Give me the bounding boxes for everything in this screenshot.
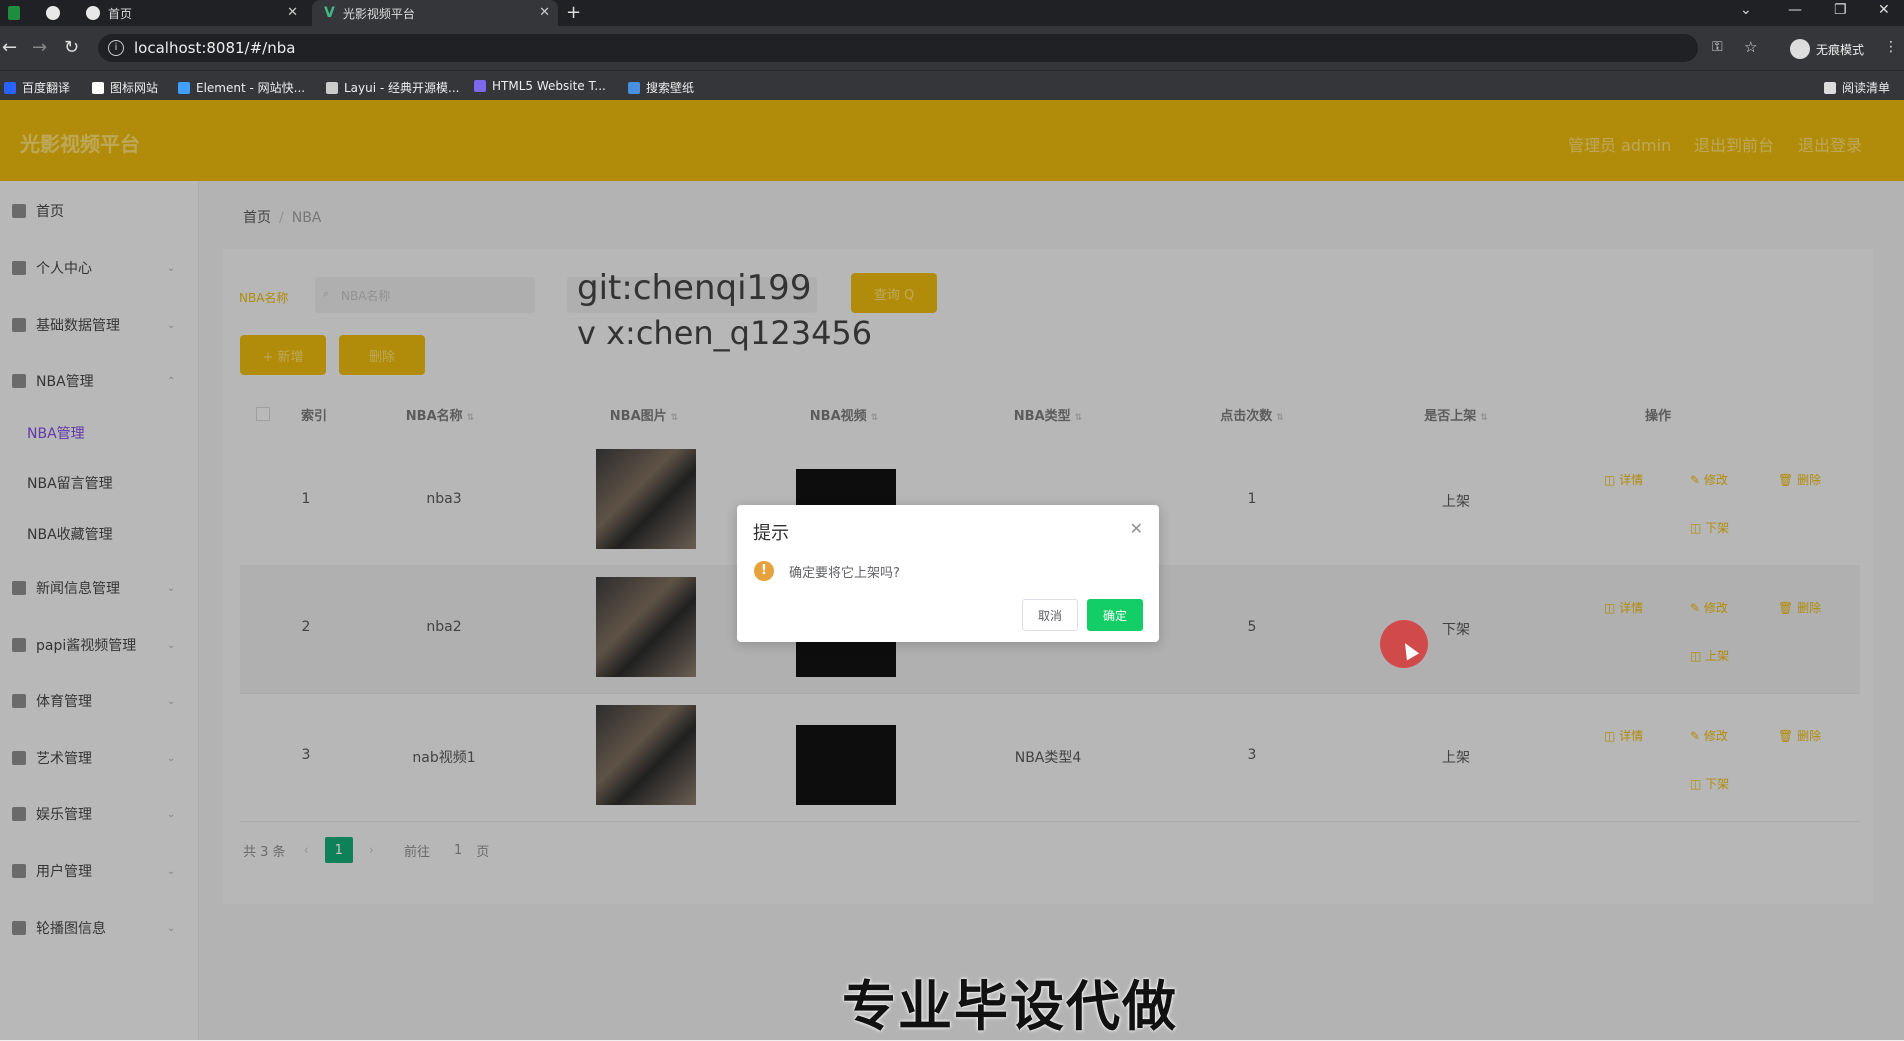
incognito-label: 无痕模式 (1815, 42, 1864, 57)
warning-icon: ! (754, 561, 774, 581)
dialog-message: 确定要将它上架吗? (789, 566, 900, 581)
browser-tabbar: 首页 ✕ V 光影视频平台 ✕ + ⌄ — ❐ ✕ (0, 0, 1904, 26)
menu-icon[interactable]: ⋮ (1884, 39, 1898, 55)
tab-title: 光影视频平台 (342, 6, 415, 21)
address-bar: ← → ↻ i localhost:8081/#/nba ⚿ ☆ 无痕模式 ⋮ (0, 26, 1904, 70)
url-text: localhost:8081/#/nba (134, 39, 296, 57)
close-icon[interactable]: ✕ (1130, 519, 1143, 538)
bookmarks-bar: 百度翻译 图标网站 Element - 网站快... Layui - 经典开源模… (0, 70, 1904, 101)
bookmark-item[interactable]: Layui - 经典开源模... (326, 79, 459, 96)
close-icon[interactable]: ✕ (287, 5, 298, 20)
bookmark-item[interactable]: 百度翻译 (4, 79, 70, 96)
forward-icon[interactable]: → (32, 37, 47, 58)
confirm-dialog: 提示 ✕ ! 确定要将它上架吗? 取消 确定 (737, 505, 1159, 642)
close-window-button[interactable]: ✕ (1878, 2, 1890, 18)
incognito-icon (1789, 39, 1810, 59)
layui-icon (326, 81, 338, 94)
bookmark-label: 图标网站 (110, 81, 159, 95)
confirm-button[interactable]: 确定 (1087, 599, 1143, 631)
globe-icon (86, 6, 100, 20)
bookmark-label: Layui - 经典开源模... (344, 81, 460, 95)
tab-home[interactable]: 首页 ✕ (74, 0, 306, 26)
reload-icon[interactable]: ↻ (64, 37, 79, 58)
new-tab-button[interactable]: + (566, 2, 581, 23)
bookmark-item[interactable]: HTML5 Website T... (474, 79, 606, 93)
tab-platform[interactable]: V 光影视频平台 ✕ (312, 0, 558, 26)
bookmark-item[interactable]: Element - 网站快... (178, 79, 305, 96)
bookmark-label: Element - 网站快... (196, 81, 306, 95)
bookmark-label: 百度翻译 (22, 81, 71, 95)
video-subtitle: 专业毕设代做 (842, 975, 1178, 1038)
restore-button[interactable]: ❐ (1834, 2, 1847, 18)
minimize-button[interactable]: — (1788, 2, 1802, 18)
star-icon[interactable]: ☆ (1744, 38, 1757, 56)
globe-icon[interactable] (46, 6, 60, 20)
watermark-line2: v x:chen_q123456 (577, 314, 873, 352)
watermark-line1: git:chenqi199 (577, 268, 812, 308)
url-field[interactable]: i localhost:8081/#/nba (98, 34, 1698, 62)
reading-list-icon (1824, 81, 1836, 94)
element-icon (178, 81, 190, 94)
wallpaper-icon (628, 81, 640, 94)
reading-list-label: 阅读清单 (1842, 81, 1891, 95)
flag-icon (92, 81, 104, 94)
translate-icon (4, 81, 16, 94)
bookmark-item[interactable]: 图标网站 (92, 79, 158, 96)
key-icon[interactable]: ⚿ (1712, 39, 1723, 55)
vue-icon: V (324, 5, 335, 21)
bookmark-label: HTML5 Website T... (492, 79, 606, 93)
bookmark-item[interactable]: 搜索壁纸 (628, 79, 694, 96)
html5-icon (474, 80, 486, 92)
tab-search-icon[interactable]: ⌄ (1740, 2, 1752, 18)
back-icon[interactable]: ← (2, 37, 17, 58)
incognito-indicator[interactable]: 无痕模式 (1789, 39, 1864, 59)
info-icon[interactable]: i (108, 40, 124, 56)
cancel-button[interactable]: 取消 (1022, 599, 1078, 631)
tab-title: 首页 (108, 6, 133, 21)
dialog-title: 提示 (753, 523, 789, 544)
reading-list[interactable]: 阅读清单 (1824, 79, 1890, 96)
bookmark-label: 搜索壁纸 (646, 81, 695, 95)
sheets-icon (8, 6, 20, 20)
close-icon[interactable]: ✕ (539, 5, 550, 20)
